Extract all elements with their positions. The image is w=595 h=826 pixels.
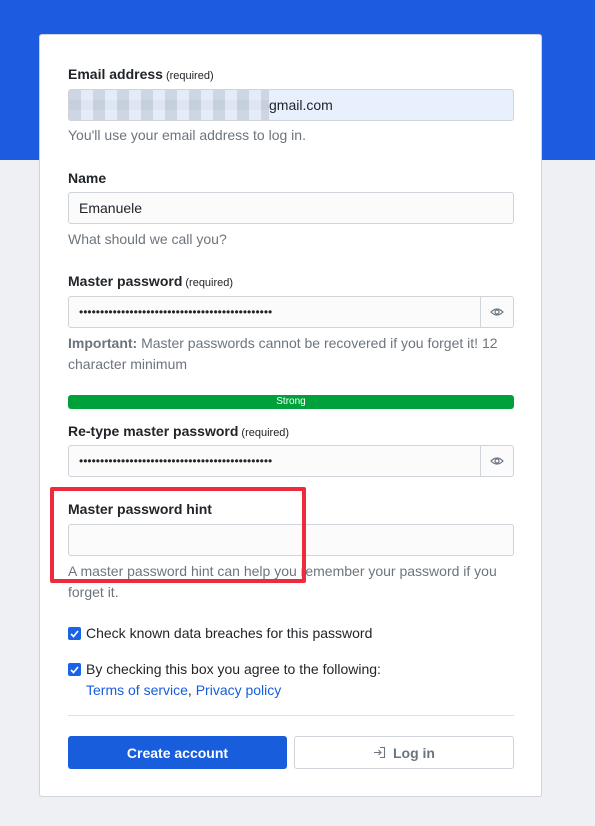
create-account-button[interactable]: Create account	[68, 736, 287, 769]
master-password-input[interactable]: ••••••••••••••••••••••••••••••••••••••••…	[68, 296, 481, 328]
password-hint-input[interactable]	[68, 524, 514, 556]
required-tag: (required)	[241, 427, 290, 439]
retype-password-input[interactable]: ••••••••••••••••••••••••••••••••••••••••…	[68, 445, 481, 477]
retype-password-label: Re-type master password (required)	[68, 423, 290, 439]
master-password-help: Important: Master passwords cannot be re…	[68, 335, 498, 372]
required-tag: (required)	[185, 277, 234, 289]
check-breaches-checkbox[interactable]	[68, 627, 81, 640]
name-label: Name	[68, 170, 107, 186]
terms-links: Terms of service, Privacy policy	[86, 682, 281, 698]
email-input[interactable]: gmail.com	[68, 89, 514, 121]
toggle-password-visibility-button[interactable]	[481, 296, 514, 328]
check-breaches-label[interactable]: Check known data breaches for this passw…	[86, 625, 372, 641]
name-input[interactable]: Emanuele	[68, 192, 514, 224]
sign-in-icon	[374, 746, 386, 759]
accept-terms-label[interactable]: By checking this box you agree to the fo…	[86, 661, 381, 677]
log-in-label: Log in	[393, 744, 435, 761]
password-strength-meter: Strong	[68, 395, 514, 409]
accept-terms-checkbox[interactable]	[68, 663, 81, 676]
eye-icon	[490, 457, 504, 465]
eye-icon	[490, 308, 504, 316]
checkmark-icon	[70, 665, 79, 674]
email-label: Email address (required)	[68, 66, 214, 82]
email-value: gmail.com	[269, 97, 333, 113]
password-hint-label: Master password hint	[68, 501, 212, 517]
register-form-card: Email address (required) gmail.com You'll…	[39, 34, 542, 797]
password-hint-help: A master password hint can help you reme…	[68, 563, 497, 600]
redacted-email-blur	[69, 90, 269, 120]
divider	[68, 715, 514, 716]
checkmark-icon	[70, 629, 79, 638]
terms-of-service-link[interactable]: Terms of service	[86, 682, 188, 698]
email-help: You'll use your email address to log in.	[68, 127, 306, 143]
privacy-policy-link[interactable]: Privacy policy	[196, 682, 282, 698]
toggle-retype-visibility-button[interactable]	[481, 445, 514, 477]
link-separator: ,	[187, 682, 192, 698]
required-tag: (required)	[165, 70, 214, 82]
name-help: What should we call you?	[68, 231, 227, 247]
log-in-button[interactable]: Log in	[294, 736, 514, 769]
master-password-label: Master password (required)	[68, 273, 234, 289]
